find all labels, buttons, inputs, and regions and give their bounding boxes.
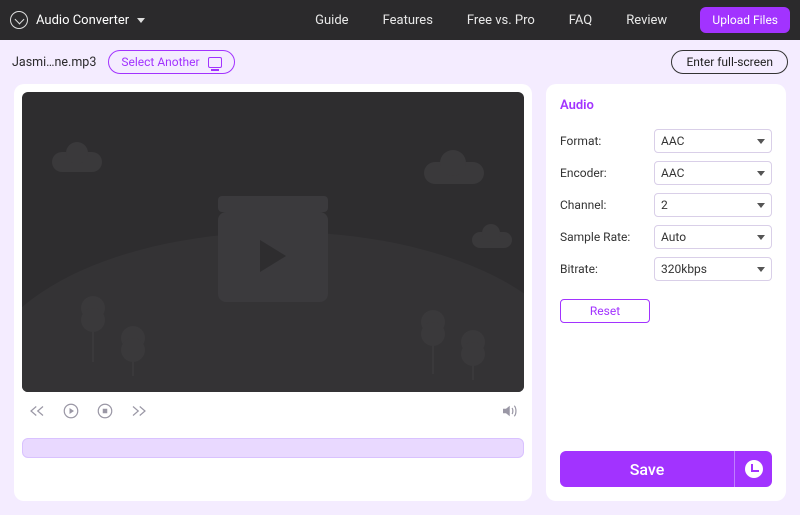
volume-icon[interactable] — [500, 402, 518, 420]
clapboard-play-icon — [218, 212, 328, 302]
format-label: Format: — [560, 134, 654, 148]
save-button[interactable]: Save — [560, 451, 734, 487]
select-another-label: Select Another — [121, 55, 199, 69]
play-icon[interactable] — [62, 402, 80, 420]
bitrate-label: Bitrate: — [560, 262, 654, 276]
channel-label: Channel: — [560, 198, 654, 212]
settings-panel: Audio Format: AAC Encoder: AAC Channel: … — [546, 84, 786, 501]
app-title: Audio Converter — [36, 13, 129, 28]
format-select[interactable]: AAC — [654, 129, 772, 153]
upload-files-button[interactable]: Upload Files — [700, 7, 790, 33]
nav-faq[interactable]: FAQ — [569, 13, 592, 28]
app-brand[interactable]: Audio Converter — [10, 11, 145, 29]
clock-icon — [745, 460, 763, 478]
top-bar: Audio Converter Guide Features Free vs. … — [0, 0, 800, 40]
channel-select[interactable]: 2 — [654, 193, 772, 217]
app-logo-icon — [10, 11, 28, 29]
nav-features[interactable]: Features — [383, 13, 433, 28]
preview-pane — [14, 84, 532, 501]
progress-bar[interactable] — [22, 438, 524, 458]
nav-guide[interactable]: Guide — [315, 13, 348, 28]
encoder-select[interactable]: AAC — [654, 161, 772, 185]
rewind-icon[interactable] — [28, 402, 46, 420]
bitrate-select[interactable]: 320kbps — [654, 257, 772, 281]
stop-icon[interactable] — [96, 402, 114, 420]
caret-down-icon — [137, 18, 145, 23]
monitor-icon — [208, 57, 222, 68]
current-filename: Jasmi…ne.mp3 — [12, 55, 96, 70]
media-preview[interactable] — [22, 92, 524, 392]
sub-bar: Jasmi…ne.mp3 Select Another Enter full-s… — [0, 40, 800, 84]
select-another-button[interactable]: Select Another — [108, 50, 234, 74]
sample-rate-select[interactable]: Auto — [654, 225, 772, 249]
sample-rate-label: Sample Rate: — [560, 230, 654, 244]
media-controls — [22, 392, 524, 424]
nav-links: Guide Features Free vs. Pro FAQ Review — [315, 13, 667, 28]
encoder-label: Encoder: — [560, 166, 654, 180]
enter-fullscreen-button[interactable]: Enter full-screen — [671, 50, 788, 74]
nav-review[interactable]: Review — [626, 13, 667, 28]
history-button[interactable] — [734, 451, 772, 487]
reset-button[interactable]: Reset — [560, 299, 650, 323]
forward-icon[interactable] — [130, 402, 148, 420]
nav-free-pro[interactable]: Free vs. Pro — [467, 13, 535, 28]
audio-section-title: Audio — [560, 98, 772, 113]
